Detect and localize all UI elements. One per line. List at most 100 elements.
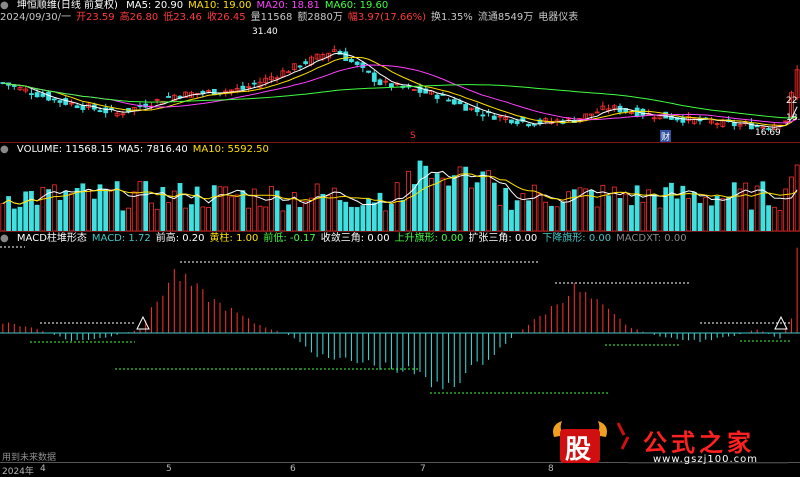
volume-bar [777, 210, 783, 231]
candle-body [200, 91, 206, 94]
volume-bar [194, 186, 200, 231]
volume-bar [349, 206, 354, 231]
icon-collapse[interactable]: ● [0, 144, 9, 155]
candle-body [63, 98, 69, 105]
volume-indicator-2: MA10: 5592.50 [192, 144, 269, 155]
volume-bar [154, 208, 160, 231]
macd-indicator-6: 上升旗形: 0.00 [394, 233, 464, 244]
candle-body [40, 93, 46, 97]
volume-bar [309, 197, 314, 231]
volume-bar [571, 189, 577, 231]
volume-bar [200, 206, 206, 231]
quote-item-4: 收26.45 [206, 12, 246, 23]
candle-body [509, 119, 514, 124]
candle-body [240, 85, 246, 90]
candle-body [480, 114, 486, 117]
volume-bar [223, 186, 229, 231]
volume-bar [783, 188, 789, 231]
quote-item-6: 额2880万 [297, 12, 343, 23]
volume-bar [480, 171, 486, 231]
candle-body [434, 94, 440, 99]
triangle-marker [136, 315, 150, 330]
quote-item-0: 2024/09/30/一 [0, 12, 72, 23]
marker-s[interactable]: S [410, 131, 416, 141]
candle-body [491, 115, 497, 120]
volume-bar [651, 194, 657, 231]
macd-indicator-1: MACD: 1.72 [91, 233, 151, 244]
candle-body [594, 111, 600, 114]
quote-item-2: 高26.80 [119, 12, 159, 23]
volume-chart[interactable] [0, 156, 800, 231]
volume-bar [720, 198, 726, 231]
volume-bar [337, 200, 343, 231]
divider-1 [0, 142, 800, 143]
volume-bar [617, 198, 623, 231]
macd-indicator-4: 前低: -0.17 [263, 233, 316, 244]
candle-body [349, 59, 354, 63]
volume-bar [257, 205, 263, 231]
ma-indicator-2: MA20: 18.81 [256, 0, 320, 11]
volume-bar [703, 197, 709, 231]
volume-bar [406, 170, 411, 231]
candle-body [286, 71, 291, 74]
volume-bar [91, 198, 97, 231]
volume-bar [400, 199, 406, 231]
candle-body [251, 82, 257, 85]
stock-name[interactable]: 坤恒顺维(日线 前复权) [17, 0, 118, 11]
quote-values: 2024/09/30/一 开23.59 高26.80 低23.46 收26.45 量115… [0, 12, 583, 23]
volume-bar [640, 201, 646, 231]
volume-bar [40, 186, 46, 231]
quote-item-8: 换1.35% [431, 12, 473, 23]
volume-bar [331, 187, 337, 231]
candle-body [343, 51, 349, 61]
right-label-1: 22 [786, 96, 798, 106]
volume-bar [17, 206, 23, 231]
ma-indicator-3: MA60: 19.60 [324, 0, 389, 11]
volume-bar [669, 182, 674, 231]
volume-bar [131, 191, 137, 231]
volume-bar [11, 208, 17, 231]
volume-bar [320, 193, 326, 231]
volume-bar [794, 164, 800, 231]
candle-body [514, 120, 520, 125]
macd-indicator-0: MACD柱堆形态 [16, 233, 87, 244]
price-chart[interactable] [0, 24, 800, 142]
volume-bar [69, 193, 74, 231]
ma-line-60 [2, 82, 798, 119]
candle-body [526, 123, 531, 127]
volume-bar [754, 185, 760, 231]
candle-body [80, 105, 86, 110]
candle-body [51, 98, 57, 101]
volume-bar [360, 205, 366, 231]
volume-bar [554, 206, 560, 231]
volume-indicator-1: MA5: 7816.40 [118, 144, 188, 155]
icon-collapse[interactable]: ● [0, 0, 9, 11]
candle-body [446, 99, 451, 102]
volume-bar [451, 175, 457, 231]
volume-bar [749, 209, 754, 231]
volume-bar [549, 205, 554, 231]
volume-bar [623, 193, 629, 231]
volume-bar [731, 182, 737, 231]
icon-collapse[interactable]: ● [0, 233, 9, 244]
volume-bar [629, 205, 634, 231]
volume-bar [771, 206, 777, 231]
axis-label-6: 6 [290, 464, 296, 474]
volume-bar [234, 194, 240, 231]
volume-bar [691, 191, 697, 231]
volume-bar [560, 201, 566, 231]
volume-bar [354, 207, 360, 231]
volume-bar [46, 189, 51, 231]
volume-bar [417, 160, 423, 231]
axis-label-7: 7 [420, 464, 426, 474]
volume-bar [86, 188, 91, 231]
macd-indicator-3: 黄柱: 1.00 [209, 233, 259, 244]
volume-bar [491, 182, 497, 231]
axis-label-4: 4 [40, 464, 46, 474]
quote-item-1: 开23.59 [76, 12, 115, 23]
high-label: 31.40 [252, 27, 278, 37]
volume-bar [57, 199, 63, 231]
low-label: 16.69 [755, 128, 781, 138]
volume-bar [663, 187, 669, 231]
macd-indicator-7: 扩张三角: 0.00 [468, 233, 538, 244]
